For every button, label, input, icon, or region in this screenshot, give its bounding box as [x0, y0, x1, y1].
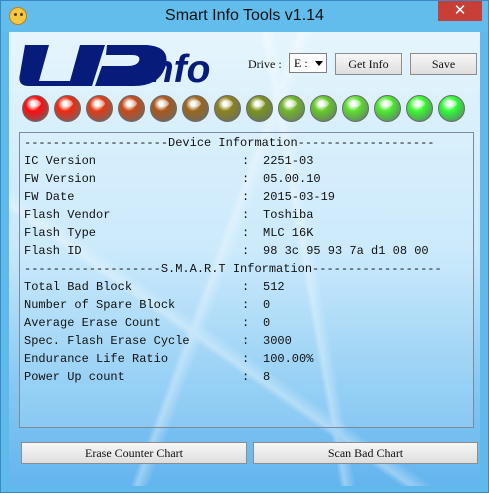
flash-type-value: MLC 16K: [263, 226, 314, 240]
total-bad-block-value: 512: [263, 280, 285, 294]
smart-info-tools-window: Smart Info Tools v1.14 ✕ info Drive : E …: [0, 0, 489, 493]
separator: :: [242, 298, 250, 312]
ic-version-label: IC Version: [24, 154, 97, 168]
flash-erase-cycle-value: 3000: [263, 334, 292, 348]
total-bad-block-label: Total Bad Block: [24, 280, 133, 294]
ud-logo: info: [19, 45, 210, 89]
status-indicator-led: [278, 95, 305, 122]
status-indicator-led: [118, 95, 145, 122]
status-indicator-led: [406, 95, 433, 122]
device-info-header: --------------------Device Information--…: [24, 136, 435, 150]
flash-erase-cycle-label: Spec. Flash Erase Cycle: [24, 334, 190, 348]
chevron-down-icon: [315, 61, 323, 66]
status-indicator-led: [438, 95, 465, 122]
drive-value: E :: [294, 56, 308, 70]
status-indicator-led: [214, 95, 241, 122]
fw-version-label: FW Version: [24, 172, 97, 186]
separator: :: [242, 370, 250, 384]
drive-label: Drive :: [248, 57, 282, 71]
main-content: info Drive : E : Get Info Save ---------…: [9, 32, 480, 486]
flash-id-label: Flash ID: [24, 244, 82, 258]
endurance-life-ratio-value: 100.00%: [263, 352, 314, 366]
device-info-panel: --------------------Device Information--…: [19, 132, 474, 428]
flash-vendor-label: Flash Vendor: [24, 208, 111, 222]
average-erase-count-value: 0: [263, 316, 271, 330]
erase-counter-chart-button[interactable]: Erase Counter Chart: [21, 442, 247, 464]
scan-bad-chart-button[interactable]: Scan Bad Chart: [253, 442, 478, 464]
status-indicator-led: [246, 95, 273, 122]
status-indicator-led: [22, 95, 49, 122]
save-button[interactable]: Save: [410, 53, 477, 75]
spare-block-label: Number of Spare Block: [24, 298, 176, 312]
endurance-life-ratio-label: Endurance Life Ratio: [24, 352, 169, 366]
get-info-button[interactable]: Get Info: [335, 53, 402, 75]
separator: :: [242, 208, 250, 222]
fw-date-value: 2015-03-19: [263, 190, 336, 204]
separator: :: [242, 244, 250, 258]
separator: :: [242, 190, 250, 204]
status-indicator-led: [374, 95, 401, 122]
smart-info-header: -------------------S.M.A.R.T Information…: [24, 262, 442, 276]
drive-select[interactable]: E :: [289, 53, 327, 73]
close-button[interactable]: ✕: [438, 1, 482, 21]
status-indicator-led: [54, 95, 81, 122]
separator: :: [242, 334, 250, 348]
power-up-count-value: 8: [263, 370, 271, 384]
flash-id-value: 98 3c 95 93 7a d1 08 00: [263, 244, 429, 258]
window-title: Smart Info Tools v1.14: [165, 7, 324, 24]
logo-info-text: info: [139, 48, 210, 89]
flash-type-label: Flash Type: [24, 226, 97, 240]
separator: :: [242, 226, 250, 240]
spare-block-value: 0: [263, 298, 271, 312]
status-indicator-led: [342, 95, 369, 122]
status-indicator-led: [86, 95, 113, 122]
power-up-count-label: Power Up count: [24, 370, 125, 384]
flash-vendor-value: Toshiba: [263, 208, 314, 222]
separator: :: [242, 154, 250, 168]
separator: :: [242, 352, 250, 366]
status-indicator-led: [310, 95, 337, 122]
status-indicator-led: [182, 95, 209, 122]
average-erase-count-label: Average Erase Count: [24, 316, 161, 330]
title-bar: Smart Info Tools v1.14 ✕: [1, 1, 488, 32]
fw-version-value: 05.00.10: [263, 172, 321, 186]
fw-date-label: FW Date: [24, 190, 75, 204]
status-indicator-led: [150, 95, 177, 122]
separator: :: [242, 280, 250, 294]
ic-version-value: 2251-03: [263, 154, 314, 168]
separator: :: [242, 316, 250, 330]
separator: :: [242, 172, 250, 186]
